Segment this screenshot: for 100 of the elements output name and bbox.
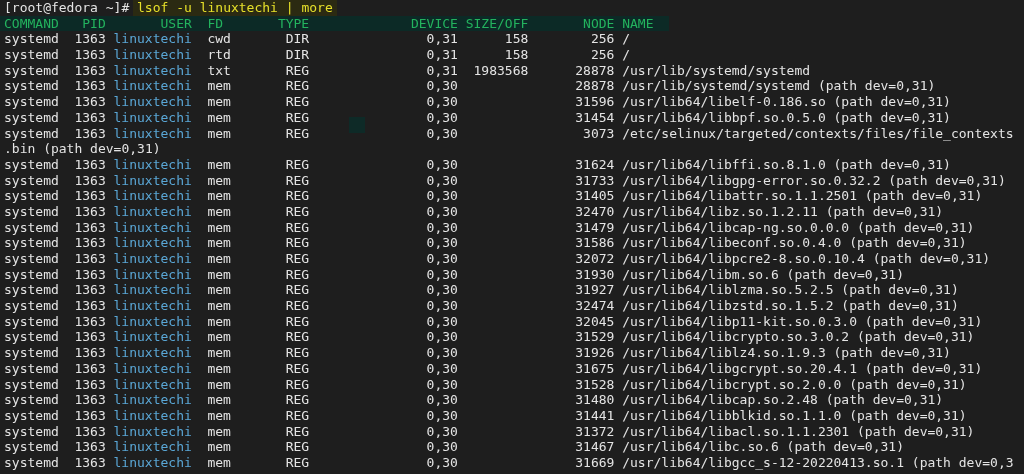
table-cell: /usr/lib64/liblzma.so.5.2.5 (path dev=0,31) xyxy=(622,282,959,298)
table-cell: mem xyxy=(207,188,231,204)
table-cell: systemd xyxy=(4,392,59,408)
table-cell: 0,30 xyxy=(426,78,458,94)
table-cell: 0,30 xyxy=(426,360,458,376)
table-cell: REG xyxy=(285,266,310,282)
table-cell: 31624 xyxy=(575,156,615,172)
table-cell: 32470 xyxy=(575,203,615,219)
table-cell: linuxtechi xyxy=(113,392,192,408)
table-cell: 1363 xyxy=(74,454,106,470)
table-cell: REG xyxy=(285,156,310,172)
table-cell: mem xyxy=(207,329,231,345)
table-cell: REG xyxy=(285,329,310,345)
table-cell: /usr/lib64/libeconf.so.0.4.0 (path dev=0,31) xyxy=(622,235,967,251)
table-cell: /usr/lib64/libcap.so.2.48 (path dev=0,31) xyxy=(622,392,944,408)
table-cell: 1363 xyxy=(74,282,106,298)
table-cell: 0,30 xyxy=(426,266,458,282)
table-cell: mem xyxy=(207,109,231,125)
table-cell: mem xyxy=(207,407,231,423)
table-cell: 32474 xyxy=(575,298,615,314)
table-cell: linuxtechi xyxy=(113,251,192,266)
table-cell: systemd xyxy=(4,109,59,125)
table-cell: 31596 xyxy=(575,94,615,110)
table-cell: 1363 xyxy=(74,407,106,423)
table-cell: 1363 xyxy=(74,47,106,63)
table-cell: linuxtechi xyxy=(113,235,192,251)
table-cell: REG xyxy=(285,235,310,251)
table-cell: /usr/lib64/libattr.so.1.1.2501 (path dev=0,31) xyxy=(622,188,983,204)
column-header: DEVICE xyxy=(409,15,458,32)
table-cell: 32072 xyxy=(575,251,615,266)
table-cell: REG xyxy=(285,454,310,470)
table-cell: /usr/lib/systemd/systemd (path dev=0,31) xyxy=(622,78,936,94)
table-cell: 158 xyxy=(504,31,529,47)
table-cell: systemd xyxy=(4,360,59,376)
table-cell: 31479 xyxy=(575,219,615,235)
table-cell: /usr/lib64/libpcre2-8.so.0.10.4 (path dev=0,31) xyxy=(622,251,991,266)
table-cell: REG xyxy=(285,407,310,423)
table-cell: 1363 xyxy=(74,423,106,439)
table-cell: 28878 xyxy=(575,78,615,94)
table-cell: /usr/lib64/libffi.so.8.1.0 (path dev=0,31) xyxy=(622,156,951,172)
table-cell: linuxtechi xyxy=(113,78,192,94)
table-cell: linuxtechi xyxy=(113,219,192,235)
table-cell: linuxtechi xyxy=(113,376,192,392)
table-cell: 0,31 xyxy=(426,62,458,78)
table-cell: mem xyxy=(207,251,231,266)
table-cell: systemd xyxy=(4,266,59,282)
table-cell: mem xyxy=(207,345,231,361)
table-cell: linuxtechi xyxy=(113,109,192,125)
table-cell: systemd xyxy=(4,376,59,392)
table-cell: /usr/lib64/libcrypto.so.3.0.2 (path dev=0,31) xyxy=(622,329,975,345)
table-cell: /usr/lib64/libbpf.so.0.5.0 (path dev=0,31) xyxy=(622,109,951,125)
table-cell: 1983568 xyxy=(473,62,529,78)
table-cell: / xyxy=(622,31,631,47)
table-cell: /usr/lib64/libgpg-error.so.0.32.2 (path dev=0,31) xyxy=(622,172,1006,188)
table-cell: /usr/lib64/libgcrypt.so.20.4.1 (path dev=0,31) xyxy=(622,360,983,376)
table-cell: 31454 xyxy=(575,109,615,125)
table-cell: mem xyxy=(207,360,231,376)
table-cell: 1363 xyxy=(74,251,106,266)
table-cell: systemd xyxy=(4,219,59,235)
table-cell: /usr/lib64/libcap-ng.so.0.0.0 (path dev=0,31) xyxy=(622,219,975,235)
table-cell: txt xyxy=(207,62,231,78)
table-cell: systemd xyxy=(4,156,59,172)
table-cell: /usr/lib64/liblz4.so.1.9.3 (path dev=0,31) xyxy=(622,345,951,361)
table-cell: 31480 xyxy=(575,392,615,408)
table-cell: /usr/lib64/libm.so.6 (path dev=0,31) xyxy=(622,266,904,282)
table-cell: 158 xyxy=(504,47,529,63)
column-header: USER xyxy=(159,15,192,32)
table-cell: 31669 xyxy=(575,454,615,470)
table-cell: 1363 xyxy=(74,329,106,345)
table-cell: linuxtechi xyxy=(113,439,192,455)
table-cell: 0,30 xyxy=(426,407,458,423)
table-cell: systemd xyxy=(4,407,59,423)
table-cell: 0,30 xyxy=(426,251,458,266)
table-cell: 0,30 xyxy=(426,188,458,204)
table-cell: 31405 xyxy=(575,188,615,204)
table-cell: 31529 xyxy=(575,329,615,345)
table-cell: linuxtechi xyxy=(113,203,192,219)
table-cell: REG xyxy=(285,172,310,188)
table-cell: 1363 xyxy=(74,235,106,251)
table-cell: mem xyxy=(207,235,231,251)
table-cell: 0,30 xyxy=(426,156,458,172)
column-header: COMMAND xyxy=(4,15,60,32)
table-cell: 1363 xyxy=(74,345,106,361)
table-cell: 1363 xyxy=(74,439,106,455)
table-cell: 0,30 xyxy=(426,235,458,251)
table-cell: 0,30 xyxy=(426,298,458,314)
table-cell: 0,30 xyxy=(426,172,458,188)
table-cell: REG xyxy=(285,125,310,141)
table-cell: REG xyxy=(285,78,310,94)
table-cell: systemd xyxy=(4,235,59,251)
table-cell: mem xyxy=(207,203,231,219)
table-cell: mem xyxy=(207,454,231,470)
table-cell: REG xyxy=(285,423,310,439)
column-header: TYPE xyxy=(277,15,311,32)
table-cell: 1363 xyxy=(74,219,106,235)
table-cell: linuxtechi xyxy=(113,47,192,63)
table-cell: mem xyxy=(207,78,231,94)
table-cell: rtd xyxy=(207,47,231,63)
table-cell: systemd xyxy=(4,47,59,63)
table-cell: REG xyxy=(285,94,310,110)
